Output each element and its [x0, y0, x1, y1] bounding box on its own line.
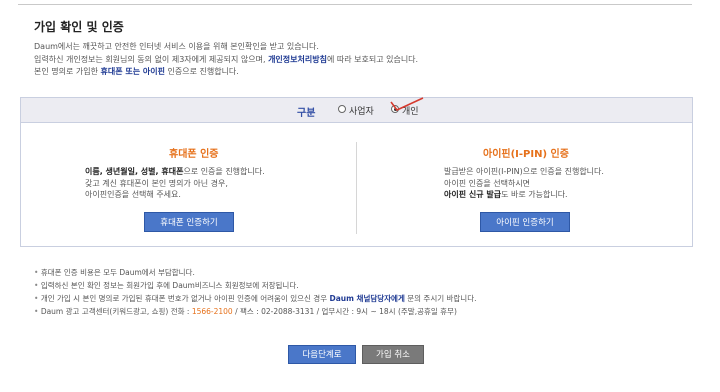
ipin-verify-button[interactable]: 아이핀 인증하기	[480, 212, 570, 232]
page-title: 가입 확인 및 인증	[34, 20, 124, 34]
red-checkmark-icon	[390, 97, 424, 111]
channel-manager-contact: Daum 채널담당자에게	[329, 294, 405, 303]
intro-text: Daum에서는 깨끗하고 안전한 인터넷 서비스 이용을 위해 본인확인을 받고…	[34, 41, 418, 79]
notice-item: 입력하신 본인 확인 정보는 회원가입 후에 Daum비즈니스 회원정보에 저장…	[34, 279, 477, 292]
intro-line-3: 본인 명의로 가입한 휴대폰 또는 아이핀 인증으로 진행합니다.	[34, 67, 239, 76]
notice-item: Daum 광고 고객센터(키워드광고, 쇼핑) 전화 : 1566-2100 /…	[34, 305, 477, 318]
phone-verify-button[interactable]: 휴대폰 인증하기	[144, 212, 234, 232]
member-type-label: 구분	[297, 108, 316, 119]
intro-line-2: 입력하신 개인정보는 회원님의 동의 없이 제3자에게 제공되지 않으며, 개인…	[34, 54, 419, 64]
top-divider	[18, 0, 692, 5]
notice-list: 휴대폰 인증 비용은 모두 Daum에서 부담합니다. 입력하신 본인 확인 정…	[34, 266, 477, 318]
next-step-button[interactable]: 다음단계로	[288, 345, 356, 364]
notice-item: 휴대폰 인증 비용은 모두 Daum에서 부담합니다.	[34, 266, 477, 279]
member-type-bar: 구분 사업자 개인	[21, 97, 692, 123]
intro-line-1: Daum에서는 깨끗하고 안전한 인터넷 서비스 이용을 위해 본인확인을 받고…	[34, 42, 319, 51]
phone-or-ipin-emphasis: 휴대폰 또는 아이핀	[100, 67, 165, 76]
privacy-policy-link[interactable]: 개인정보처리방침	[268, 55, 327, 64]
ipin-verify-title: 아이핀(I-PIN) 인증	[483, 149, 569, 160]
customer-center-phone: 1566-2100	[191, 307, 233, 316]
phone-verify-title: 휴대폰 인증	[169, 149, 219, 160]
radio-business-label[interactable]: 사업자	[349, 104, 374, 117]
verification-box: 구분 사업자 개인 휴대폰 인증 이름, 생년월일, 성별, 휴대폰으로 인증을…	[20, 97, 693, 247]
column-divider	[356, 142, 357, 234]
radio-business[interactable]	[338, 105, 346, 113]
phone-verify-desc: 이름, 생년월일, 성별, 휴대폰으로 인증을 진행합니다. 갖고 계신 휴대폰…	[85, 167, 265, 199]
notice-item: 개인 가입 시 본인 명의로 가입된 휴대폰 번호가 없거나 아이핀 인증에 어…	[34, 292, 477, 305]
cancel-signup-button[interactable]: 가입 취소	[362, 345, 424, 364]
ipin-verify-desc: 발급받은 아이핀(I-PIN)으로 인증을 진행합니다. 아이핀 인증을 선택하…	[444, 167, 604, 199]
